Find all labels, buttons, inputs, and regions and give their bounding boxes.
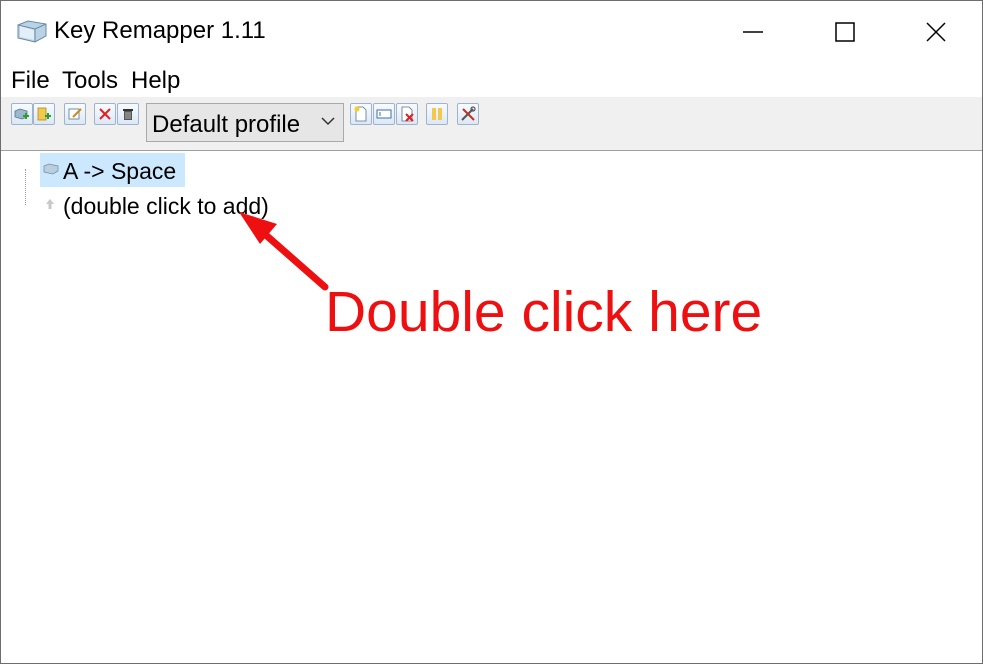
app-window: Key Remapper 1.11 File Tools Help Defaul… <box>0 0 983 664</box>
annotation-text: Double click here <box>325 280 763 344</box>
